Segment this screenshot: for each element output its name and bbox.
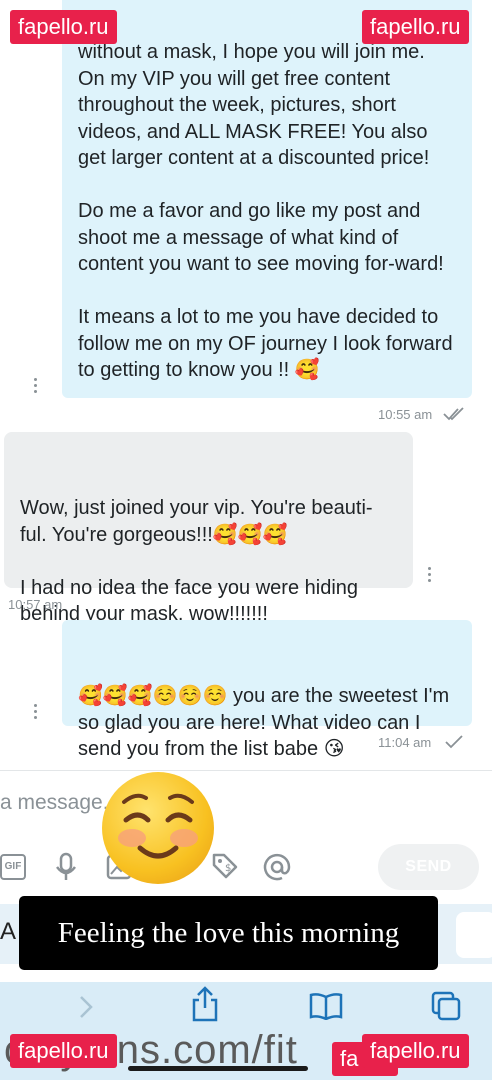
price-tag-icon[interactable]: $ bbox=[211, 852, 239, 880]
mention-icon[interactable] bbox=[262, 852, 292, 882]
watermark: fapello.ru bbox=[362, 10, 469, 44]
smiling-face-emoji-icon bbox=[102, 772, 214, 884]
suggestion-chip[interactable] bbox=[456, 912, 492, 958]
story-caption: Feeling the love this morning bbox=[19, 896, 438, 970]
message-bubble-incoming[interactable]: Wow, just joined your vip. You're beauti… bbox=[4, 432, 413, 625]
svg-text:$: $ bbox=[225, 863, 231, 874]
watermark: fapello.ru bbox=[10, 10, 117, 44]
watermark: fapello.ru bbox=[362, 1034, 469, 1068]
share-icon[interactable] bbox=[190, 986, 220, 1022]
watermark: fapello.ru bbox=[10, 1034, 117, 1068]
bookmarks-icon[interactable] bbox=[308, 992, 344, 1020]
check-icon bbox=[445, 735, 463, 749]
composer-divider bbox=[0, 770, 492, 771]
more-options-icon[interactable] bbox=[34, 704, 38, 720]
message-time: 10:55 am bbox=[378, 407, 433, 422]
message-bubble-outgoing[interactable]: 🥰🥰🥰☺️☺️☺️ you are the sweetest I'm so gl… bbox=[62, 620, 472, 760]
chat-thread: without a mask, I hope you will join me.… bbox=[0, 0, 492, 770]
more-options-icon[interactable] bbox=[34, 378, 38, 394]
message-time: 10:57 am bbox=[8, 597, 63, 612]
gif-label: GIF bbox=[4, 861, 22, 872]
home-indicator bbox=[128, 1066, 308, 1071]
address-bar-fragment[interactable]: A bbox=[0, 918, 16, 946]
microphone-icon[interactable] bbox=[54, 852, 78, 882]
message-time: 11:04 am bbox=[378, 735, 432, 750]
message-text: 🥰🥰🥰☺️☺️☺️ you are the sweetest I'm so gl… bbox=[78, 685, 455, 760]
double-check-icon bbox=[443, 407, 464, 421]
send-button[interactable]: SEND bbox=[378, 844, 479, 890]
more-options-icon[interactable] bbox=[428, 567, 432, 583]
message-text: without a mask, I hope you will join me.… bbox=[78, 41, 453, 381]
gif-button[interactable]: GIF bbox=[0, 854, 26, 880]
message-input-placeholder: a message. bbox=[0, 791, 109, 814]
forward-icon[interactable] bbox=[76, 994, 96, 1020]
message-bubble-outgoing[interactable]: without a mask, I hope you will join me.… bbox=[62, 0, 472, 398]
message-text: Wow, just joined your vip. You're beauti… bbox=[20, 497, 373, 625]
tabs-icon[interactable] bbox=[430, 990, 462, 1022]
